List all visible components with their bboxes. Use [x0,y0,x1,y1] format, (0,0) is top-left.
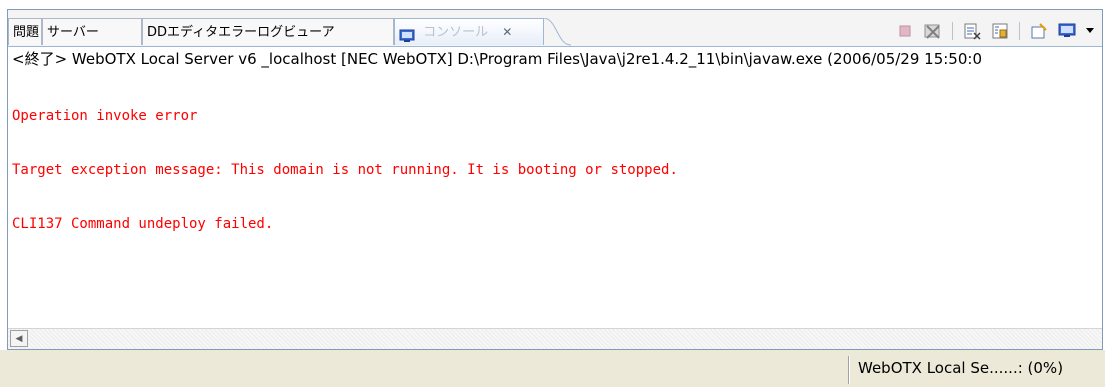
display-console-icon[interactable] [1056,20,1078,42]
console-toolbar [894,20,1096,42]
status-divider [848,356,849,384]
clear-console-icon[interactable] [961,20,983,42]
tab-dd-editor-error-log[interactable]: DDエディタエラーログビューア [142,18,394,45]
toolbar-separator [952,22,953,40]
console-output[interactable]: Operation invoke error Target exception … [8,71,1102,327]
tab-label: コンソール [423,25,489,40]
scroll-lock-icon[interactable] [989,20,1011,42]
console-line: CLI137 Command undeploy failed. [12,216,274,232]
status-bar: WebOTX Local Se......: (0%) [0,350,1105,387]
view-menu-icon[interactable] [1084,20,1096,42]
pin-console-icon[interactable] [1028,20,1050,42]
remove-launches-icon[interactable] [922,20,944,42]
tab-console[interactable]: コンソール ✕ [394,18,544,45]
view-tab-bar: 問題 サーバー DDエディタエラーログビューア コンソール ✕ [8,10,1102,47]
process-description: <終了> WebOTX Local Server v6 _localhost [… [8,47,1102,71]
progress-status-text[interactable]: WebOTX Local Se......: (0%) [858,350,1063,387]
terminate-icon[interactable] [894,20,916,42]
console-view: 問題 サーバー DDエディタエラーログビューア コンソール ✕ <終了> Web… [7,9,1103,350]
toolbar-separator [1019,22,1020,40]
window-top-edge [0,0,1105,9]
tab-problems[interactable]: 問題 [8,18,42,45]
tab-servers[interactable]: サーバー [42,18,142,45]
tab-label: 問題 [13,25,40,40]
tab-label: サーバー [47,25,99,40]
tab-curve-icon [543,18,571,46]
console-icon [399,26,415,42]
horizontal-scrollbar[interactable]: ◀ [8,328,1102,349]
console-line: Operation invoke error [12,108,198,124]
close-icon[interactable]: ✕ [502,19,512,45]
scroll-left-icon[interactable]: ◀ [10,330,28,347]
console-line: Target exception message: This domain is… [12,162,678,178]
tab-label: DDエディタエラーログビューア [147,25,335,40]
